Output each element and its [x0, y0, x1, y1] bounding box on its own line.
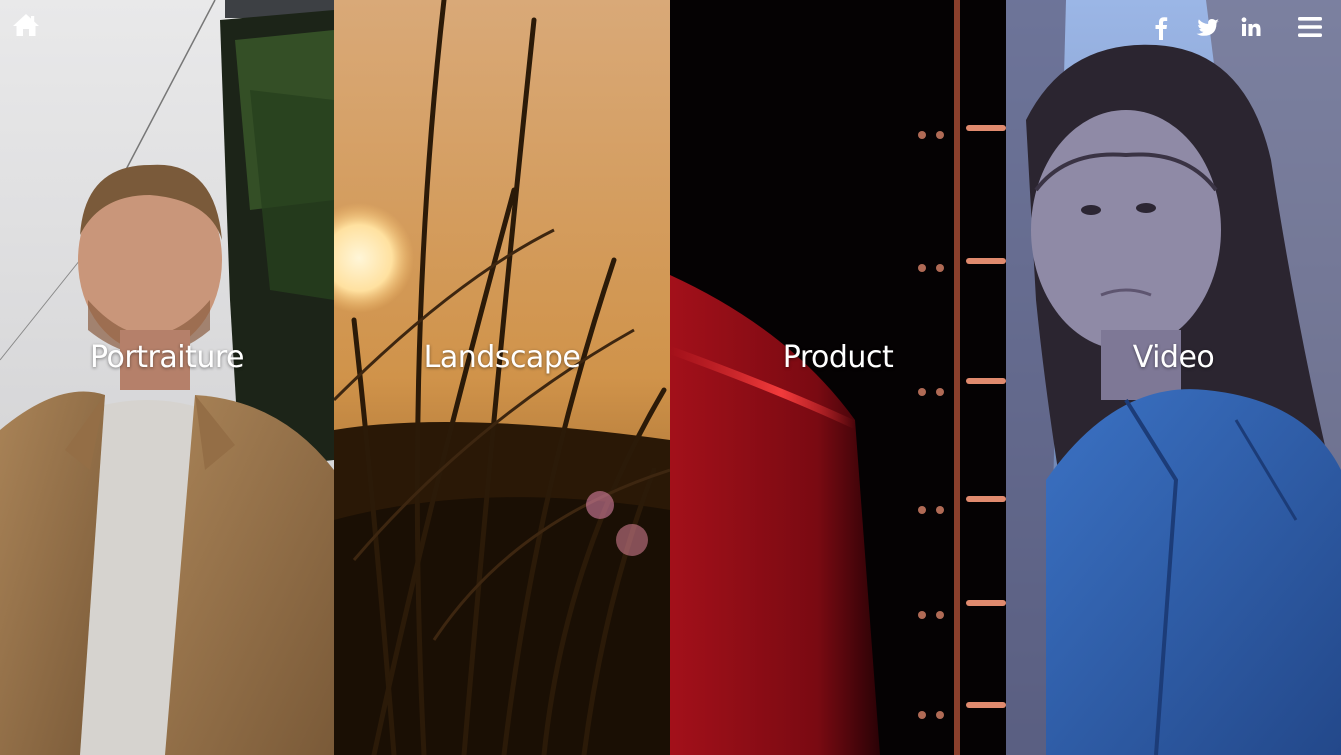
panel-product[interactable]: Product: [670, 0, 1006, 755]
portraiture-photo: [0, 0, 334, 755]
category-label-product: Product: [782, 340, 894, 375]
category-label-video: Video: [1132, 340, 1215, 375]
facebook-icon[interactable]: [1153, 14, 1169, 40]
panel-portraiture[interactable]: Portraiture: [0, 0, 334, 755]
landscape-photo: [334, 0, 670, 755]
video-photo: [1006, 0, 1341, 755]
linkedin-icon[interactable]: [1240, 14, 1262, 40]
product-photo: [670, 0, 1006, 755]
category-label-portraiture: Portraiture: [90, 340, 244, 375]
hamburger-menu-icon[interactable]: [1297, 14, 1323, 40]
category-panels: Portraiture Landscape Product Video: [0, 0, 1341, 755]
panel-landscape[interactable]: Landscape: [334, 0, 670, 755]
home-icon[interactable]: [12, 12, 40, 38]
twitter-icon[interactable]: [1195, 14, 1221, 40]
category-label-landscape: Landscape: [423, 340, 581, 375]
panel-video[interactable]: Video: [1006, 0, 1341, 755]
